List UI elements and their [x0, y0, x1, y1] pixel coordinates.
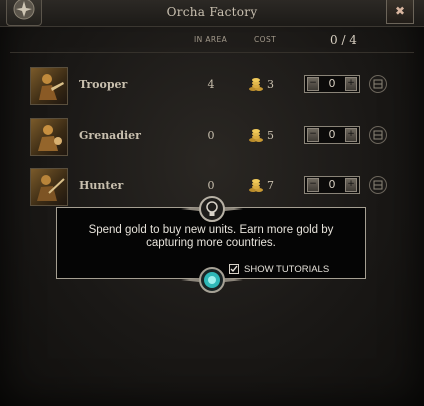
unit-row-trooper: Trooper 4 3 − 0 +: [0, 67, 424, 107]
cost-header: COST: [254, 35, 277, 44]
unit-in-area: 0: [207, 129, 215, 142]
unit-in-area: 0: [207, 179, 215, 192]
factory-panel: Orcha Factory ✖ IN AREA COST 0 / 4 Troop…: [0, 0, 424, 406]
quantity-value: 0: [328, 178, 336, 191]
header-divider: [10, 52, 414, 53]
unit-name: Hunter: [79, 179, 124, 192]
decrement-button[interactable]: −: [307, 77, 319, 91]
gold-coins-icon: [248, 177, 264, 197]
unit-cost: 7: [267, 179, 274, 192]
close-button[interactable]: ✖: [386, 0, 414, 24]
decrement-button[interactable]: −: [307, 128, 319, 142]
unit-row-grenadier: Grenadier 0 5 − 0 +: [0, 118, 424, 158]
quantity-stepper: − 0 +: [304, 75, 360, 93]
unit-in-area: 4: [207, 78, 215, 91]
unit-name: Trooper: [79, 78, 128, 91]
stack-icon: [373, 79, 383, 89]
increment-button[interactable]: +: [345, 128, 357, 142]
title-bar: Orcha Factory ✖: [0, 0, 424, 27]
max-quantity-button[interactable]: [369, 176, 387, 194]
selection-count: 0 / 4: [330, 33, 357, 47]
max-quantity-button[interactable]: [369, 75, 387, 93]
window-title: Orcha Factory: [166, 5, 258, 19]
trooper-portrait-icon: [30, 67, 68, 105]
increment-button[interactable]: +: [345, 178, 357, 192]
quantity-stepper: − 0 +: [304, 176, 360, 194]
hunter-portrait-icon: [30, 168, 68, 206]
show-tutorials-label[interactable]: SHOW TUTORIALS: [244, 264, 329, 275]
lightbulb-icon: [181, 195, 243, 229]
stack-icon: [373, 180, 383, 190]
unit-cost: 3: [267, 78, 274, 91]
in-area-header: IN AREA: [194, 35, 228, 44]
decrement-button[interactable]: −: [307, 178, 319, 192]
gold-coins-icon: [248, 127, 264, 147]
checkmark-icon: [230, 265, 238, 273]
gold-coins-icon: [248, 76, 264, 96]
quantity-value: 0: [328, 128, 336, 141]
max-quantity-button[interactable]: [369, 126, 387, 144]
grenadier-portrait-icon: [30, 118, 68, 156]
show-tutorials-checkbox[interactable]: [229, 264, 239, 274]
increment-button[interactable]: +: [345, 77, 357, 91]
unit-cost: 5: [267, 129, 274, 142]
unit-name: Grenadier: [79, 129, 141, 142]
quantity-stepper: − 0 +: [304, 126, 360, 144]
quantity-value: 0: [328, 77, 336, 90]
stack-icon: [373, 130, 383, 140]
